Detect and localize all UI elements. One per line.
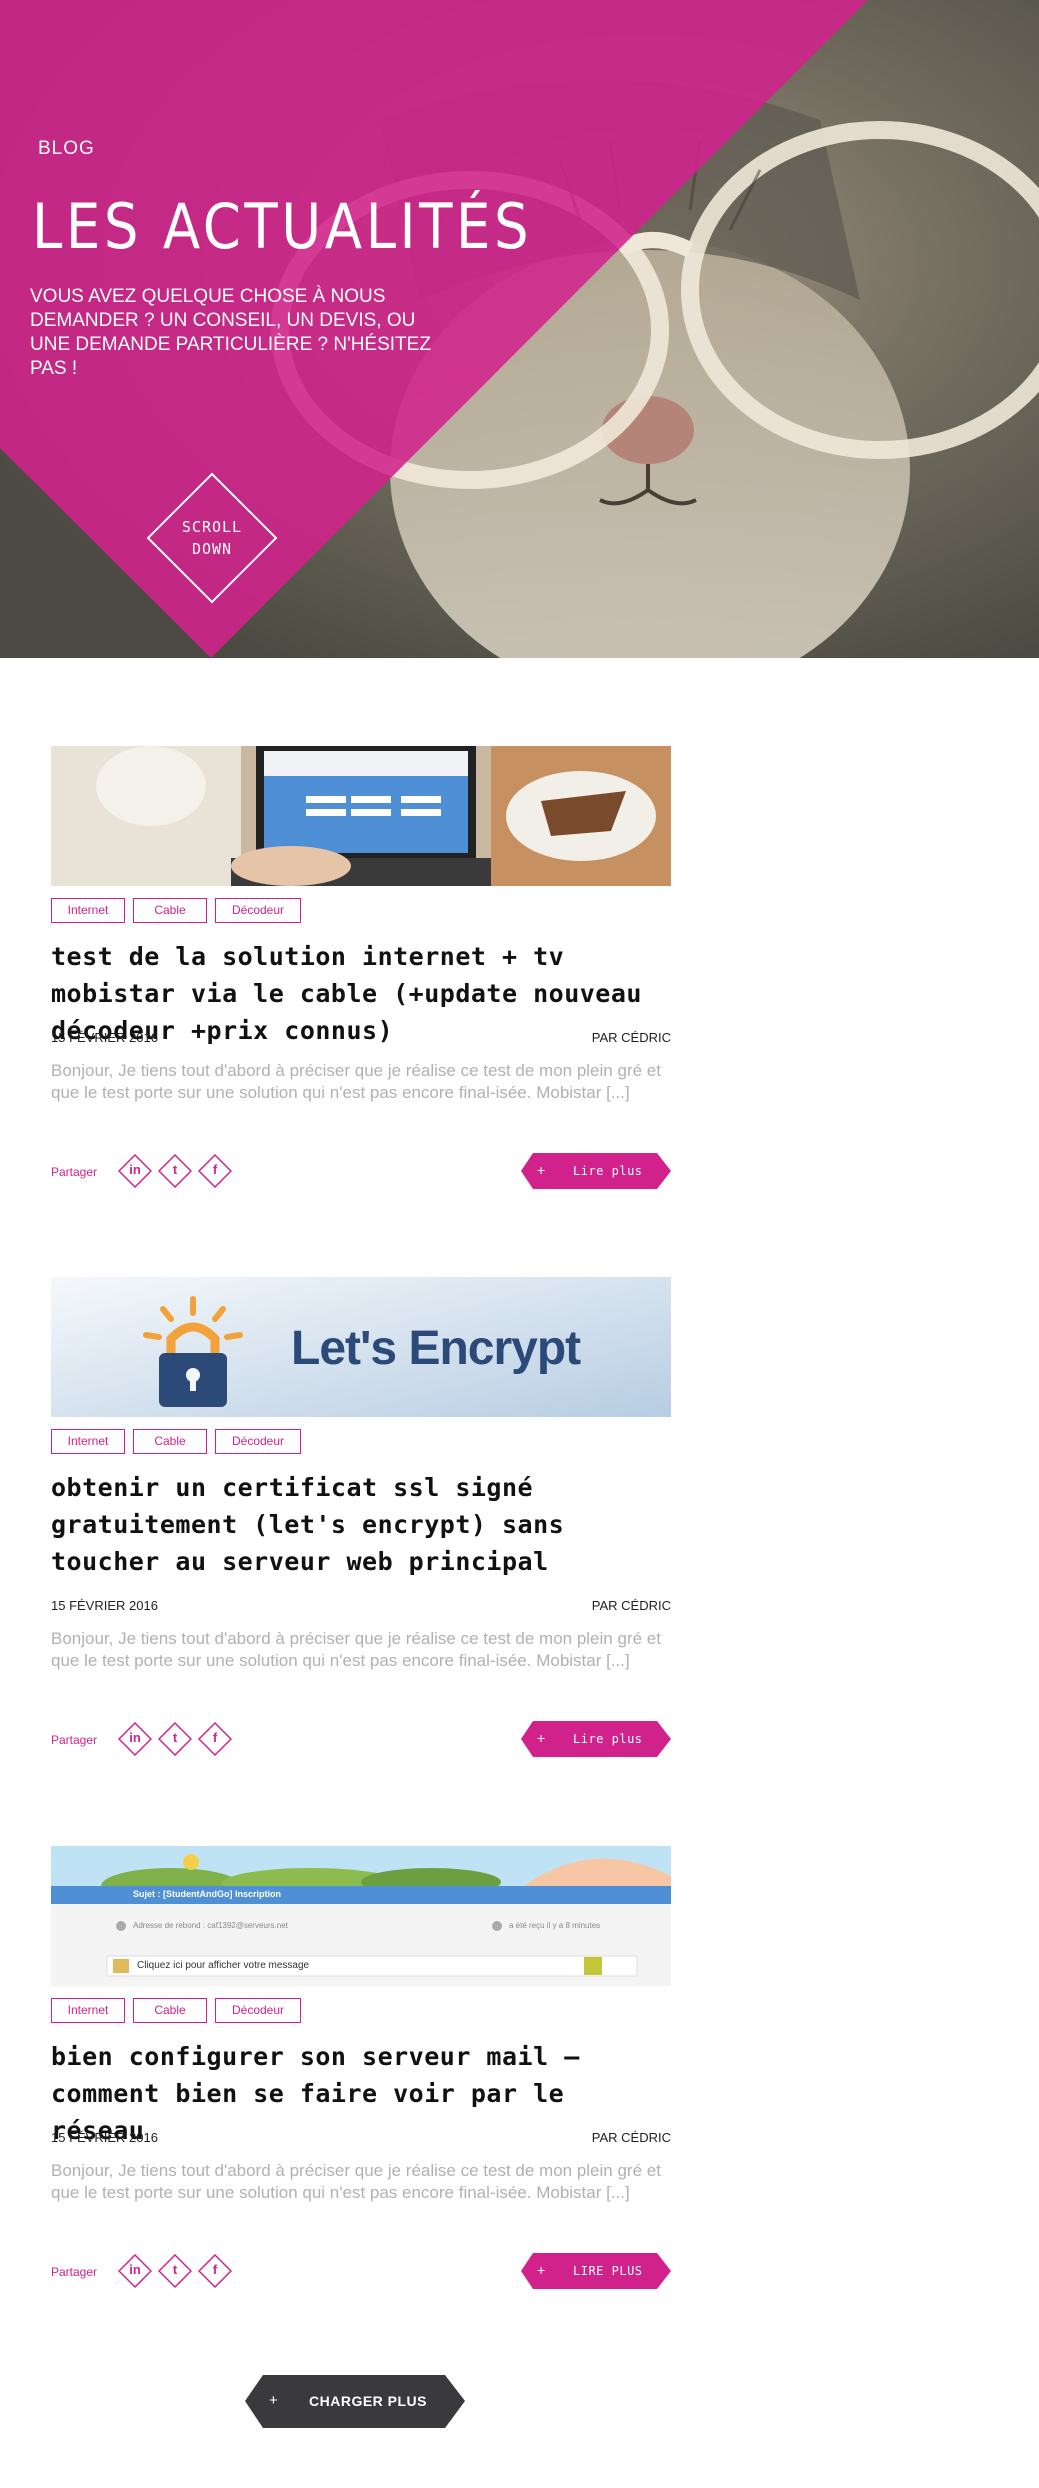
article-thumbnail[interactable]: Let's Encrypt [51,1277,671,1417]
share-label: Partager [51,2265,98,2279]
article-tags: Internet Cable Décodeur [51,1998,301,2023]
hero-subtitle: VOUS AVEZ QUELQUE CHOSE À NOUS DEMANDER … [30,286,431,379]
tag-internet[interactable]: Internet [51,898,125,923]
linkedin-glyph: in [129,1730,141,1745]
email-sender-text: Adresse de rebond : caf1392@serveurs.net [133,1921,288,1930]
email-subject-text: Sujet : [StudentAndGo] Inscription [133,1889,281,1899]
article-thumbnail[interactable]: Sujet : [StudentAndGo] Inscription Adres… [51,1846,671,1986]
breadcrumb[interactable]: BLOG [38,138,95,160]
load-more-label: CHARGER PLUS [309,2393,428,2409]
linkedin-icon[interactable]: in [118,1722,152,1756]
twitter-icon[interactable]: t [158,1722,192,1756]
email-received-text: a été reçu il y a 8 minutes [509,1921,601,1930]
scroll-down-line2: DOWN [191,540,233,558]
tag-decodeur[interactable]: Décodeur [215,1429,301,1454]
twitter-glyph: t [172,1162,178,1177]
article-author[interactable]: PAR CÉDRIC [592,1598,671,1613]
tag-internet[interactable]: Internet [51,1429,125,1454]
share-label: Partager [51,1165,98,1179]
scroll-down-line1: SCROLL [181,518,243,536]
read-more-button[interactable]: + LIRE PLUS [521,2253,671,2289]
read-more-button[interactable]: + Lire plus [521,1153,671,1189]
twitter-glyph: t [172,1730,178,1745]
facebook-glyph: f [212,1730,218,1745]
laptop-photo [51,746,671,886]
twitter-icon[interactable]: t [158,1154,192,1188]
linkedin-icon[interactable]: in [118,2254,152,2288]
plus-icon: + [537,1730,546,1746]
read-more-label: Lire plus [573,1732,643,1746]
read-more-button[interactable]: + Lire plus [521,1721,671,1757]
facebook-glyph: f [212,1162,218,1177]
article-thumbnail[interactable] [51,746,671,886]
scroll-down-label: SCROLL DOWN [146,516,278,560]
article-date: 15 FÉVRIER 2016 [51,1030,158,1045]
twitter-glyph: t [172,2262,178,2277]
email-cta-text: Cliquez ici pour afficher votre message [137,1960,310,1971]
article-card: Let's Encrypt Internet Cable Décodeur Ob… [51,1277,671,1757]
article-card: Sujet : [StudentAndGo] Inscription Adres… [51,1846,671,2296]
article-date: 15 FÉVRIER 2016 [51,2130,158,2145]
plus-icon: + [537,1162,546,1178]
facebook-icon[interactable]: f [198,1722,232,1756]
article-tags: Internet Cable Décodeur [51,898,301,923]
linkedin-icon[interactable]: in [118,1154,152,1188]
lets-encrypt-logo-text: Let's Encrypt [291,1322,581,1375]
tag-internet[interactable]: Internet [51,1998,125,2023]
tag-decodeur[interactable]: Décodeur [215,1998,301,2023]
article-date: 15 FÉVRIER 2016 [51,1598,158,1613]
page-title: LES ACTUALITÉS [32,190,533,263]
tag-decodeur[interactable]: Décodeur [215,898,301,923]
article-excerpt: Bonjour, Je tiens tout d'abord à précise… [51,1629,661,1670]
facebook-icon[interactable]: f [198,2254,232,2288]
tag-cable[interactable]: Cable [133,898,207,923]
scroll-down-button[interactable]: SCROLL DOWN [146,472,278,604]
plus-icon: + [269,2392,278,2409]
article-card: Internet Cable Décodeur Test de la solut… [51,746,671,1196]
facebook-glyph: f [212,2262,218,2277]
hero-banner: BLOG LES ACTUALITÉS VOUS AVEZ QUELQUE CH… [0,0,1039,658]
read-more-label: LIRE PLUS [573,2264,643,2278]
tag-cable[interactable]: Cable [133,1998,207,2023]
article-author[interactable]: PAR CÉDRIC [592,2130,671,2145]
tag-cable[interactable]: Cable [133,1429,207,1454]
article-tags: Internet Cable Décodeur [51,1429,301,1454]
linkedin-glyph: in [129,1162,141,1177]
plus-icon: + [537,2262,546,2278]
facebook-icon[interactable]: f [198,1154,232,1188]
article-excerpt: Bonjour, Je tiens tout d'abord à précise… [51,2161,661,2202]
article-excerpt: Bonjour, Je tiens tout d'abord à précise… [51,1061,661,1102]
linkedin-glyph: in [129,2262,141,2277]
share-label: Partager [51,1733,98,1747]
twitter-icon[interactable]: t [158,2254,192,2288]
article-title[interactable]: Obtenir un certificat SSL signé gratuite… [51,1469,671,1580]
read-more-label: Lire plus [573,1164,643,1178]
load-more-button[interactable]: + CHARGER PLUS [245,2375,465,2428]
article-author[interactable]: PAR CÉDRIC [592,1030,671,1045]
